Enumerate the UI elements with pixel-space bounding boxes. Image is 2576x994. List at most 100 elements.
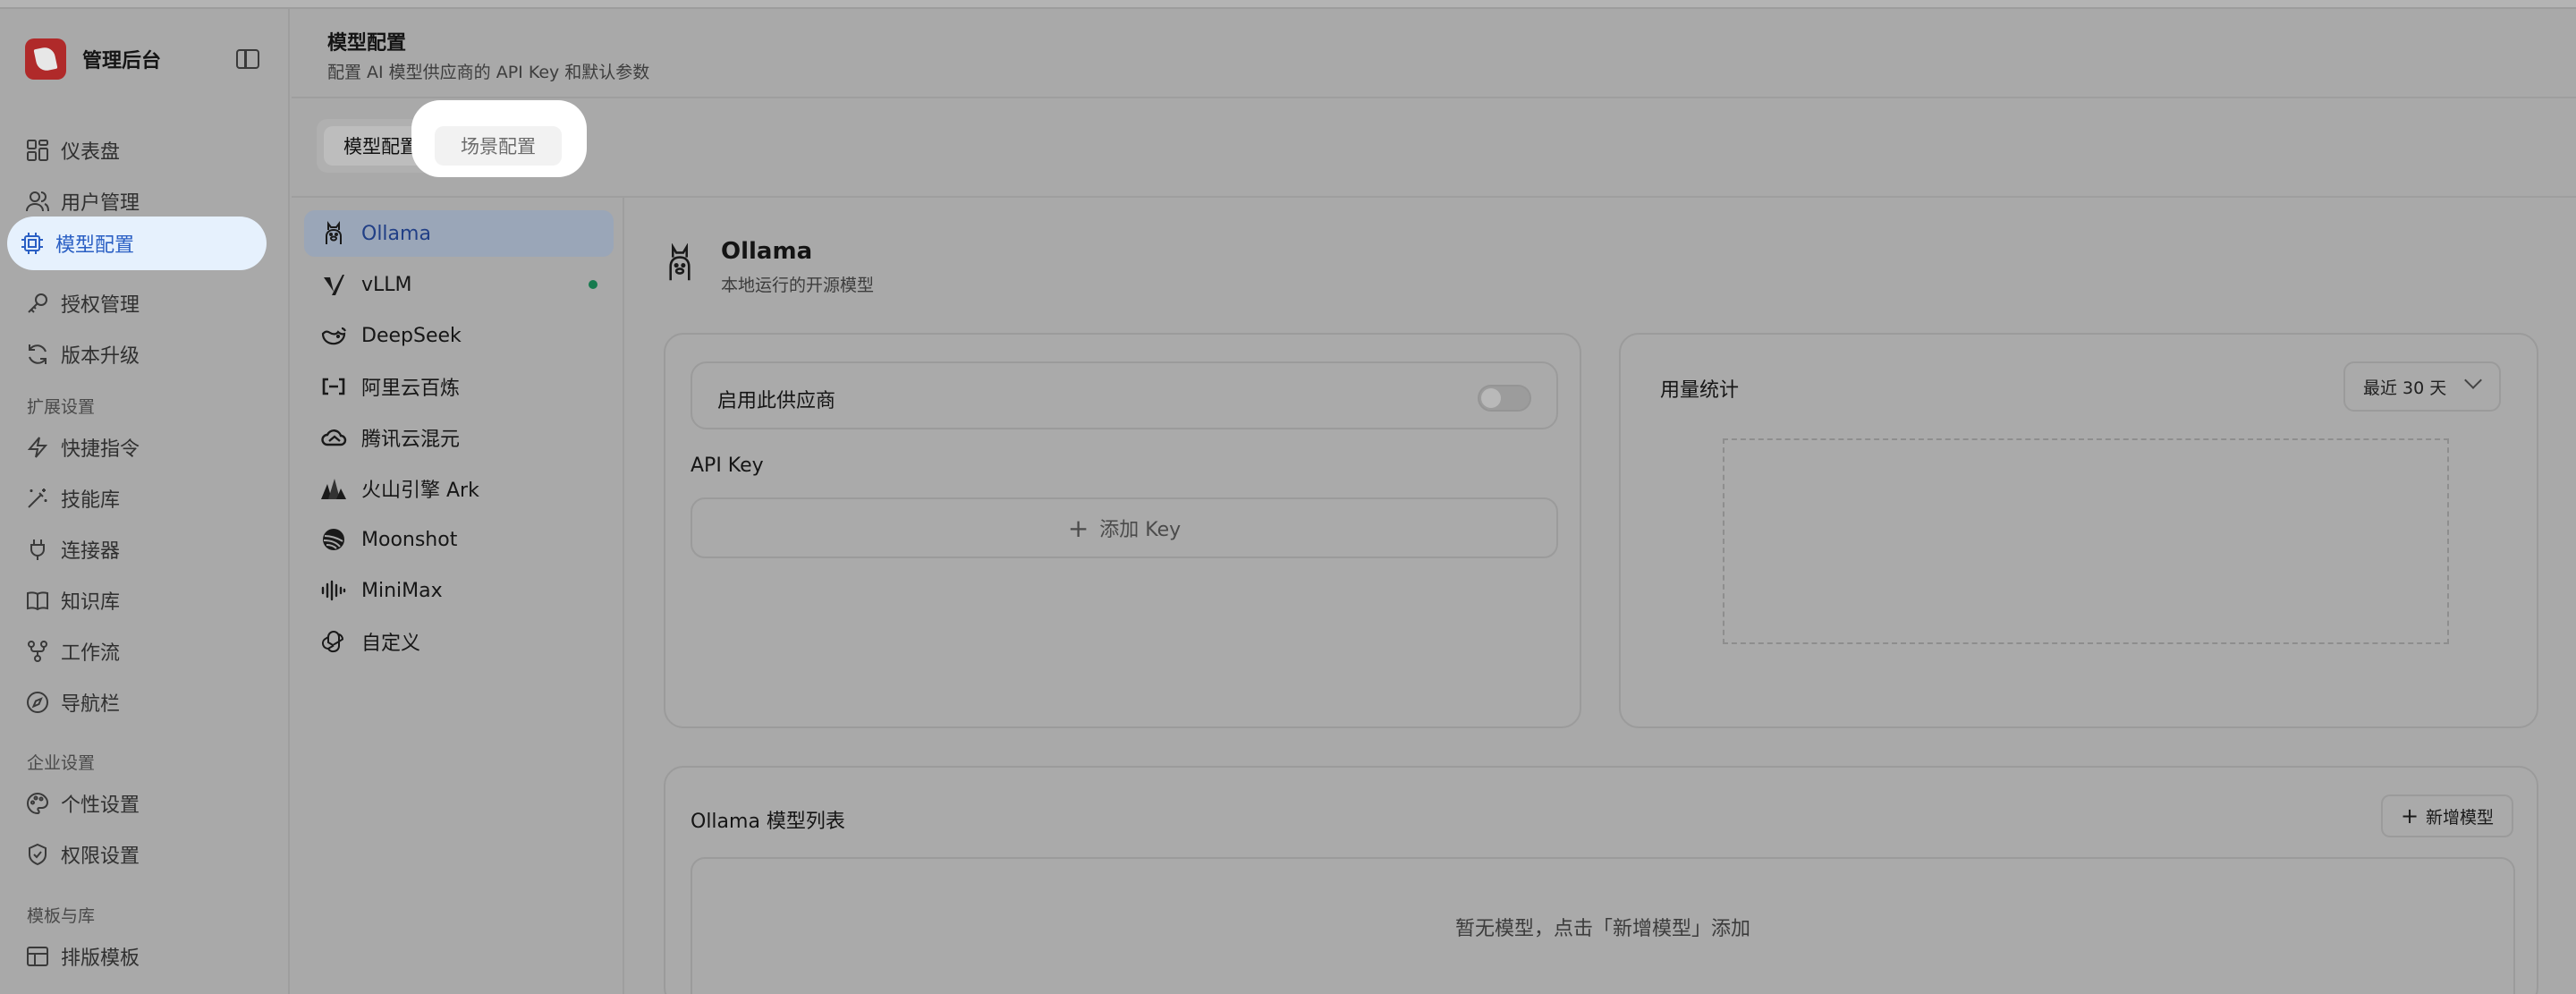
- add-key-label: 添加 Key: [1099, 519, 1182, 541]
- sidebar-collapse-icon[interactable]: [236, 49, 259, 69]
- date-range-value: 最近 30 天: [2363, 378, 2447, 398]
- sidebar-item-knowledge[interactable]: 知识库: [13, 577, 267, 624]
- sidebar-item-shortcuts[interactable]: 快捷指令: [13, 424, 267, 471]
- provider-name: 自定义: [361, 633, 421, 655]
- enable-provider-row: 启用此供应商: [691, 361, 1558, 429]
- users-icon: [25, 189, 50, 214]
- sidebar-item-layout-templates[interactable]: 排版模板: [13, 933, 267, 980]
- plus-icon: +: [1067, 513, 1089, 543]
- openai-icon: [320, 628, 347, 655]
- llama-icon: [664, 242, 696, 283]
- provider-name: MiniMax: [361, 579, 443, 602]
- sidebar-item-workflow[interactable]: 工作流: [13, 628, 267, 675]
- api-key-label: API Key: [691, 455, 764, 477]
- sidebar-item-upgrade[interactable]: 版本升级: [13, 331, 267, 378]
- moon-icon: [320, 526, 347, 553]
- provider-name: 腾讯云混元: [361, 429, 461, 451]
- sidebar-item-dashboard[interactable]: 仪表盘: [13, 127, 267, 174]
- dashboard-icon: [25, 138, 50, 163]
- provider-item-ollama[interactable]: Ollama: [304, 210, 614, 257]
- provider-name: Ollama: [361, 222, 431, 245]
- usage-stats-card: 用量统计 最近 30 天: [1619, 333, 2538, 728]
- sidebar-item-label: 导航栏: [61, 693, 121, 716]
- whale-icon: [320, 322, 347, 349]
- page-title: 模型配置: [327, 32, 407, 55]
- chip-icon: [20, 231, 45, 256]
- sidebar-item-label: 工作流: [61, 642, 121, 665]
- provider-name: vLLM: [361, 273, 412, 296]
- section-extension-settings: 扩展设置: [27, 397, 96, 417]
- usage-title: 用量统计: [1660, 379, 1740, 402]
- date-range-select[interactable]: 最近 30 天: [2343, 361, 2501, 412]
- provider-item-custom[interactable]: 自定义: [304, 618, 614, 665]
- refresh-icon: [25, 342, 50, 367]
- compass-icon: [25, 690, 50, 715]
- new-model-label: 新增模型: [2426, 807, 2495, 828]
- provider-name: 阿里云百炼: [361, 378, 461, 400]
- sidebar-item-label: 技能库: [61, 489, 121, 512]
- sidebar: 管理后台 仪表盘 用户管理 模型配置 授权管理 版本升级 扩展设置 快捷指令 技…: [0, 9, 290, 994]
- palette-icon: [25, 791, 50, 816]
- provider-item-minimax[interactable]: MiniMax: [304, 567, 614, 614]
- plug-icon: [25, 537, 50, 562]
- sidebar-item-license[interactable]: 授权管理: [13, 280, 267, 327]
- mountain-icon: [320, 475, 347, 502]
- sidebar-item-connectors[interactable]: 连接器: [13, 526, 267, 573]
- sidebar-item-label: 排版模板: [61, 947, 140, 970]
- section-templates: 模板与库: [27, 906, 96, 926]
- layout-icon: [25, 944, 50, 969]
- sidebar-item-skills[interactable]: 技能库: [13, 475, 267, 522]
- provider-item-vllm[interactable]: vLLM: [304, 261, 614, 308]
- bracket-icon: [320, 373, 347, 400]
- key-icon: [25, 291, 50, 316]
- enable-provider-label: 启用此供应商: [717, 390, 836, 412]
- cloud-icon: [320, 424, 347, 451]
- provider-item-volcengine[interactable]: 火山引擎 Ark: [304, 465, 614, 512]
- brand[interactable]: 管理后台: [25, 32, 161, 86]
- model-list-empty-state: 暂无模型，点击「新增模型」添加: [691, 857, 2515, 994]
- add-key-button[interactable]: + 添加 Key: [691, 497, 1558, 558]
- sidebar-item-label: 连接器: [61, 540, 121, 563]
- app-name: 管理后台: [82, 50, 162, 72]
- sidebar-item-label: 知识库: [61, 591, 121, 614]
- model-list-card: Ollama 模型列表 + 新增模型 暂无模型，点击「新增模型」添加: [664, 766, 2538, 994]
- sidebar-item-personalization[interactable]: 个性设置: [13, 780, 267, 827]
- enable-provider-toggle[interactable]: [1478, 385, 1531, 412]
- magic-wand-icon: [25, 486, 50, 511]
- page-subtitle: 配置 AI 模型供应商的 API Key 和默认参数: [327, 63, 650, 82]
- provider-item-aliyun[interactable]: 阿里云百炼: [304, 363, 614, 410]
- provider-item-moonshot[interactable]: Moonshot: [304, 516, 614, 563]
- llama-icon: [320, 220, 347, 247]
- tab-scene-config[interactable]: 场景配置: [435, 126, 562, 166]
- model-list-title: Ollama 模型列表: [691, 811, 845, 833]
- app-window: 管理后台 仪表盘 用户管理 模型配置 授权管理 版本升级 扩展设置 快捷指令 技…: [0, 0, 2576, 994]
- lightning-icon: [25, 435, 50, 460]
- sidebar-item-label: 个性设置: [61, 794, 140, 817]
- status-online-dot: [589, 280, 597, 289]
- chevron-down-icon: [2464, 371, 2482, 389]
- plus-icon: +: [2400, 803, 2419, 828]
- vllm-icon: [320, 271, 347, 298]
- provider-title: Ollama: [721, 238, 813, 265]
- provider-item-tencent[interactable]: 腾讯云混元: [304, 414, 614, 461]
- divider: [292, 196, 2576, 198]
- new-model-button[interactable]: + 新增模型: [2381, 794, 2513, 837]
- page-header: 模型配置 配置 AI 模型供应商的 API Key 和默认参数: [292, 9, 2576, 98]
- section-enterprise-settings: 企业设置: [27, 753, 96, 773]
- empty-state-text: 暂无模型，点击「新增模型」添加: [1454, 918, 1750, 940]
- provider-item-deepseek[interactable]: DeepSeek: [304, 312, 614, 359]
- usage-chart-placeholder: [1723, 438, 2449, 644]
- sidebar-item-permissions[interactable]: 权限设置: [13, 831, 267, 878]
- sidebar-item-label: 权限设置: [61, 845, 140, 868]
- provider-name: DeepSeek: [361, 324, 462, 347]
- sidebar-item-label: 用户管理: [61, 192, 140, 215]
- provider-name: Moonshot: [361, 528, 458, 551]
- sidebar-item-label: 版本升级: [61, 345, 140, 368]
- waveform-icon: [320, 577, 347, 604]
- sidebar-item-model-config[interactable]: 模型配置: [7, 217, 267, 270]
- top-border: [0, 0, 2576, 9]
- sidebar-item-navbar[interactable]: 导航栏: [13, 679, 267, 726]
- sidebar-item-label: 授权管理: [61, 294, 140, 317]
- workflow-icon: [25, 639, 50, 664]
- sidebar-item-label: 仪表盘: [61, 141, 121, 164]
